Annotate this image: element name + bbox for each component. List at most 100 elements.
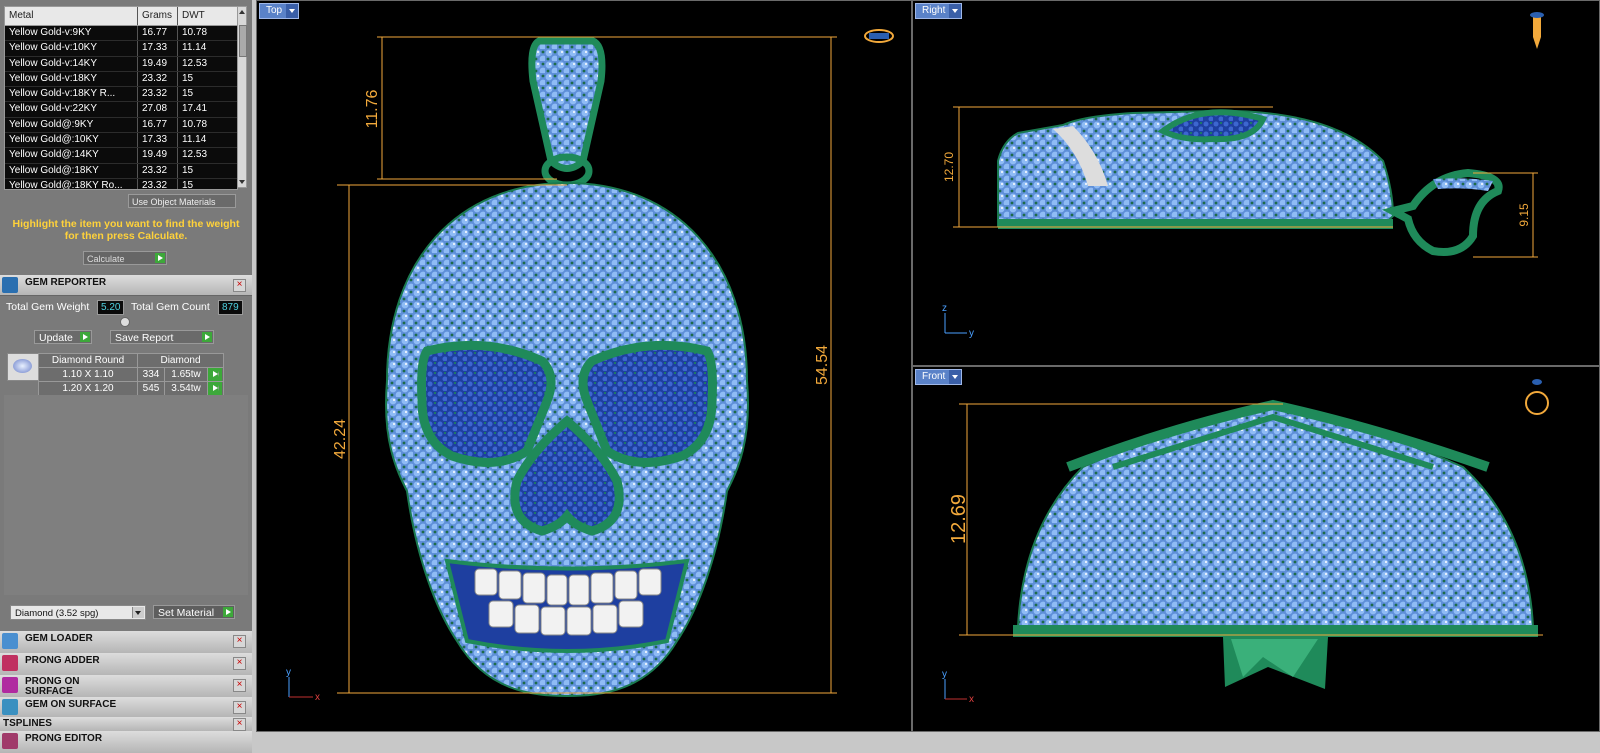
save-report-label: Save Report <box>115 332 174 344</box>
prong-editor-title: PRONG EDITOR <box>25 733 103 744</box>
right-eye-shape <box>578 340 717 467</box>
close-icon[interactable]: × <box>233 718 246 731</box>
gem-on-surface-title: GEM ON SURFACE <box>25 699 117 710</box>
gem-shape-thumbnail[interactable] <box>7 353 39 381</box>
grams-cell: 16.77 <box>137 117 177 133</box>
dwt-cell: 11.14 <box>177 133 235 148</box>
top-view-canvas[interactable]: 11.76 42.24 54.54 y x <box>257 1 911 731</box>
prong-editor-header[interactable]: PRONG EDITOR <box>0 731 252 753</box>
right-view-canvas[interactable]: 12.70 9.15 z y <box>913 1 1599 365</box>
metal-column-header[interactable]: Metal <box>5 7 137 25</box>
grams-cell: 17.33 <box>137 133 177 148</box>
front-view-canvas[interactable]: 12.69 y x <box>913 367 1599 731</box>
round-diamond-icon <box>13 359 32 373</box>
gem-weight-cell: 3.54tw <box>165 382 208 395</box>
chevron-down-icon[interactable] <box>132 607 144 618</box>
gem-loader-header[interactable]: GEM LOADER × <box>0 631 252 654</box>
table-row[interactable]: Yellow Gold-v:9KY 16.77 10.78 <box>5 26 237 42</box>
play-arrow-icon[interactable] <box>208 368 222 381</box>
grams-cell: 17.33 <box>137 41 177 56</box>
prong-adder-title: PRONG ADDER <box>25 655 100 666</box>
view-orientation-icon[interactable] <box>864 29 894 43</box>
close-icon[interactable]: × <box>233 635 246 648</box>
close-icon[interactable]: × <box>233 279 246 292</box>
table-row[interactable]: Yellow Gold@:18KY Ro... 23.32 15 <box>5 178 237 189</box>
table-row[interactable]: Yellow Gold-v:14KY 19.49 12.53 <box>5 56 237 72</box>
metal-cell: Yellow Gold@:10KY <box>9 134 99 146</box>
dwt-cell: 12.53 <box>177 56 235 71</box>
scroll-thumb[interactable] <box>239 25 247 57</box>
front-viewport[interactable]: Front 12.69 y x <box>912 366 1600 732</box>
metal-cell: Yellow Gold-v:9KY <box>9 27 92 38</box>
close-icon[interactable]: × <box>233 679 246 692</box>
gem-reporter-icon <box>2 277 18 293</box>
gem-report-area <box>4 395 248 595</box>
dimension-total-height: 54.54 <box>814 345 831 385</box>
metal-cell: Yellow Gold@:9KY <box>9 118 94 130</box>
top-viewport[interactable]: Top 11.76 42.24 54.54 y x <box>256 0 912 732</box>
metal-cell: Yellow Gold@:14KY <box>9 149 99 161</box>
table-row[interactable]: Yellow Gold@:14KY 19.49 12.53 <box>5 148 237 164</box>
gem-reporter-title: GEM REPORTER <box>25 277 107 288</box>
gem-table-header: Diamond Round Diamond <box>39 354 223 368</box>
close-icon[interactable]: × <box>233 657 246 670</box>
tsplines-header[interactable]: TSPLINES × <box>0 717 252 732</box>
metal-table-scrollbar[interactable] <box>237 6 247 188</box>
dwt-cell: 10.78 <box>177 117 235 133</box>
skull-front-shape <box>1016 405 1535 628</box>
dimension-front-height: 12.69 <box>948 494 970 544</box>
table-row[interactable]: Yellow Gold@:9KY 16.77 10.78 <box>5 117 237 134</box>
scroll-down-icon[interactable] <box>239 180 245 184</box>
material-select[interactable]: Diamond (3.52 spg) <box>10 605 146 620</box>
calculate-label: Calculate <box>87 254 125 264</box>
metal-weight-table[interactable]: Metal Grams DWT Yellow Gold-v:9KY 16.77 10… <box>4 6 238 190</box>
prong-on-surface-title: PRONG ON SURFACE <box>25 676 80 697</box>
use-object-materials-button[interactable]: Use Object Materials <box>128 194 236 208</box>
scroll-up-icon[interactable] <box>239 10 245 14</box>
prong-on-surface-header[interactable]: PRONG ON SURFACE × <box>0 675 252 698</box>
table-row[interactable]: Yellow Gold-v:18KY 23.32 15 <box>5 71 237 88</box>
axis-y-label: y <box>969 328 974 339</box>
collapse-toggle-icon[interactable] <box>120 317 130 327</box>
grams-cell: 19.49 <box>137 148 177 163</box>
play-arrow-icon[interactable] <box>208 382 222 395</box>
dwt-column-header[interactable]: DWT <box>177 7 235 25</box>
table-row[interactable]: Yellow Gold-v:10KY 17.33 11.14 <box>5 41 237 57</box>
prong-adder-header[interactable]: PRONG ADDER × <box>0 653 252 676</box>
calculate-button[interactable]: Calculate <box>83 251 167 265</box>
diamond-header: Diamond <box>160 355 201 366</box>
axis-y-label: y <box>942 669 947 680</box>
close-icon[interactable]: × <box>233 701 246 714</box>
play-arrow-icon <box>223 607 233 617</box>
dwt-cell: 10.78 <box>177 26 235 41</box>
view-orientation-icon[interactable] <box>1530 12 1544 49</box>
left-eye-shape <box>417 340 556 467</box>
metal-cell: Yellow Gold-v:14KY <box>9 57 98 69</box>
table-row[interactable]: Yellow Gold@:18KY 23.32 15 <box>5 163 237 179</box>
set-material-button[interactable]: Set Material <box>153 605 235 619</box>
gem-on-surface-header[interactable]: GEM ON SURFACE × <box>0 697 252 718</box>
gem-reporter-header[interactable]: GEM REPORTER × <box>0 275 252 296</box>
set-material-label: Set Material <box>158 607 215 619</box>
gem-on-surface-icon <box>2 699 18 715</box>
right-viewport[interactable]: Right 12.70 9.15 z y <box>912 0 1600 366</box>
dwt-cell: 17.41 <box>177 102 235 117</box>
table-row[interactable]: Yellow Gold@:10KY 17.33 11.14 <box>5 133 237 149</box>
gem-size-cell: 1.20 X 1.20 <box>39 382 138 395</box>
view-orientation-icon[interactable] <box>1525 379 1549 415</box>
gem-size-cell: 1.10 X 1.10 <box>39 368 138 381</box>
bail-side-gems <box>1433 178 1493 191</box>
prong-on-surface-icon <box>2 677 18 693</box>
metal-cell: Yellow Gold-v:18KY R... <box>9 88 116 100</box>
gem-table-row[interactable]: 1.20 X 1.20 545 3.54tw <box>39 382 223 396</box>
total-gem-count-value: 879 <box>218 300 243 315</box>
update-button[interactable]: Update <box>34 330 92 344</box>
save-report-button[interactable]: Save Report <box>110 330 214 344</box>
dimension-bail-depth: 9.15 <box>1517 203 1531 227</box>
grams-column-header[interactable]: Grams <box>137 7 177 25</box>
dwt-cell: 15 <box>177 178 235 189</box>
grams-cell: 23.32 <box>137 71 177 87</box>
table-row[interactable]: Yellow Gold-v:18KY R... 23.32 15 <box>5 87 237 103</box>
table-row[interactable]: Yellow Gold-v:22KY 27.08 17.41 <box>5 102 237 118</box>
gem-table-row[interactable]: 1.10 X 1.10 334 1.65tw <box>39 368 223 382</box>
